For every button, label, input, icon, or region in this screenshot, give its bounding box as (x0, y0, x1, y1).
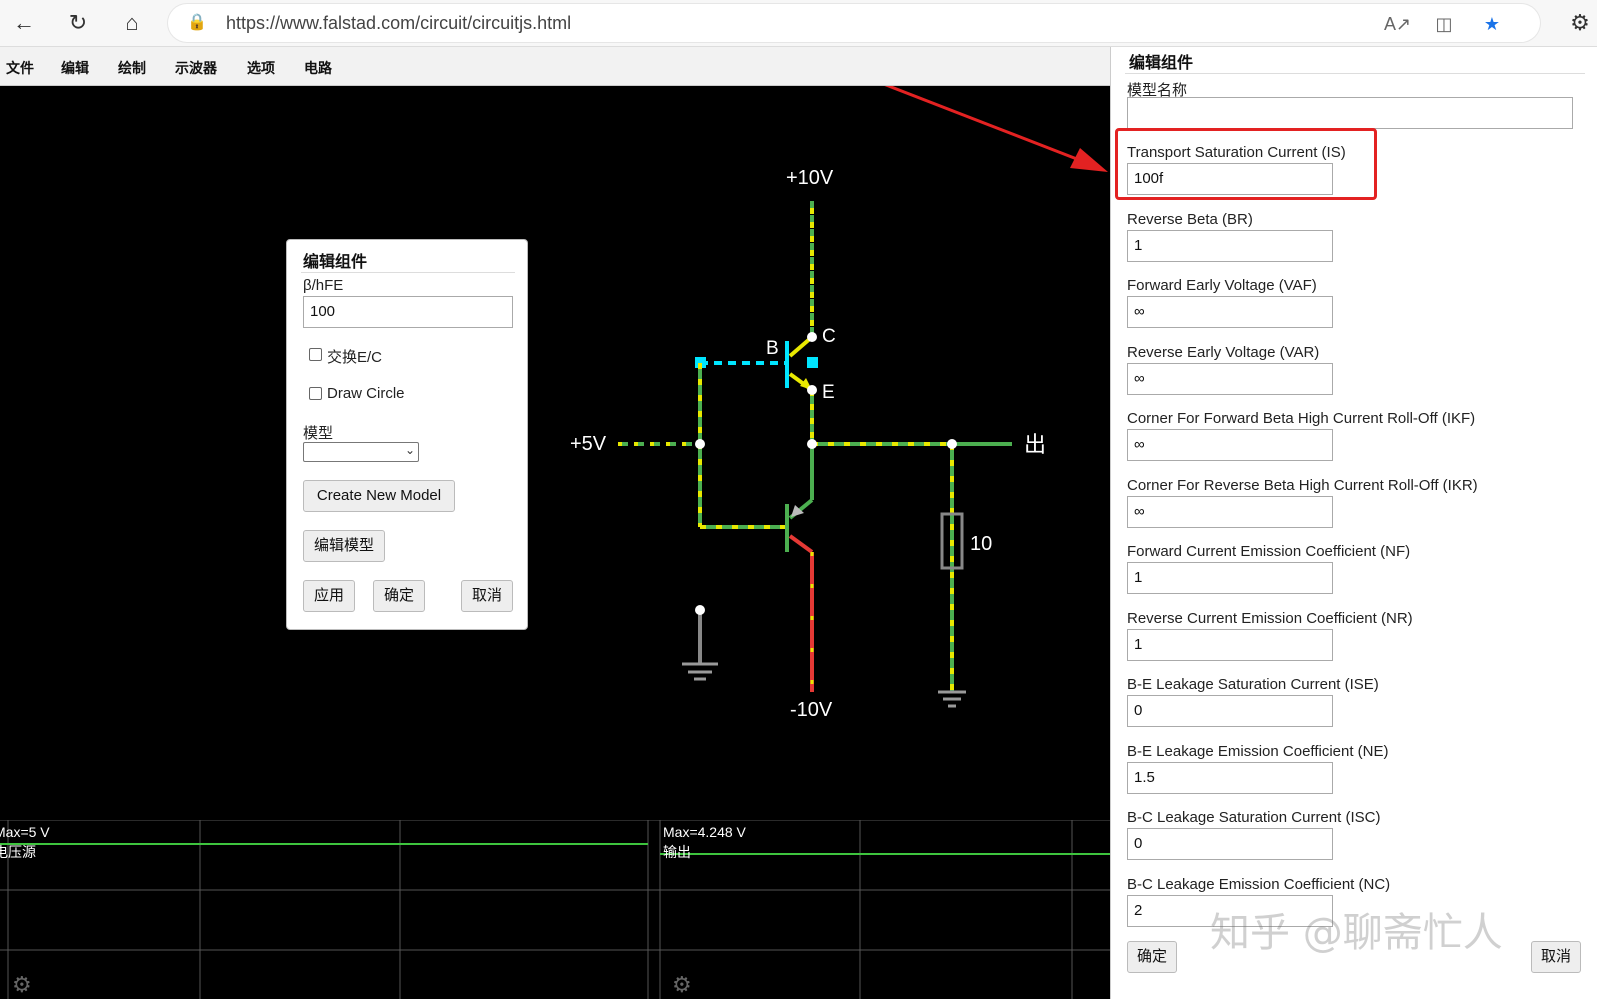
label-resistor: 10 (970, 533, 992, 555)
node-emitter-junction (807, 439, 817, 449)
param-label: Reverse Beta (BR) (1127, 210, 1253, 228)
model-editor-panel: 编辑组件 模型名称 Transport Saturation Current (… (1110, 47, 1597, 999)
refresh-icon[interactable]: ↻ (64, 9, 92, 37)
extensions-icon[interactable]: ⚙ (1566, 9, 1594, 37)
param-input[interactable]: 1.5 (1127, 761, 1333, 794)
app-menubar: 文件 编辑 绘制 示波器 选项 电路 (0, 47, 1110, 86)
draw-circle-label: Draw Circle (327, 385, 405, 402)
swap-ec-label: 交换E/C (327, 349, 383, 366)
label-vplus10: +10V (786, 167, 834, 189)
param-input[interactable]: 1 (1127, 628, 1333, 661)
param-input[interactable]: ∞ (1127, 495, 1333, 528)
model-name-input[interactable] (1127, 97, 1573, 129)
param-label: Reverse Early Voltage (VAR) (1127, 343, 1320, 361)
scope2-name: 输出 (663, 844, 691, 860)
param-label: B-C Leakage Saturation Current (ISC) (1127, 809, 1381, 826)
param-label: Corner For Reverse Beta High Current Rol… (1127, 476, 1478, 494)
node-collector (807, 332, 817, 342)
annotation-arrow-line (884, 86, 1101, 170)
scope1-gear-icon: ⚙ (12, 973, 32, 998)
label-emitter: E (822, 382, 835, 403)
panel-cancel-button[interactable]: 取消 (1531, 941, 1581, 973)
label-vminus10: -10V (790, 699, 833, 721)
menu-draw[interactable]: 绘制 (118, 58, 146, 78)
menu-scopes[interactable]: 示波器 (175, 58, 217, 78)
chevron-down-icon: ⌄ (404, 443, 415, 457)
browser-toolbar: ← ↻ ⌂ 🔒 https://www.falstad.com/circuit/… (0, 0, 1597, 47)
watermark: 知乎 @聊斋忙人 (1210, 910, 1503, 956)
dialog-divider (301, 272, 515, 273)
cancel-button[interactable]: 取消 (461, 580, 513, 612)
panel-title: 编辑组件 (1129, 55, 1194, 72)
label-base: B (766, 338, 779, 359)
param-input[interactable]: 1 (1127, 229, 1333, 262)
beta-input[interactable]: 100 (303, 296, 513, 328)
param-input[interactable]: ∞ (1127, 362, 1333, 395)
circuit-canvas[interactable]: +10V +5V -10V 出 10 B C E (0, 86, 1110, 820)
scope2-gear-icon: ⚙ (672, 973, 692, 998)
annotation-highlight-box (1115, 128, 1377, 200)
menu-options[interactable]: 选项 (247, 58, 275, 78)
create-new-model-button[interactable]: Create New Model (303, 480, 455, 512)
dialog-title: 编辑组件 (303, 254, 368, 271)
menu-edit[interactable]: 编辑 (61, 58, 89, 78)
edit-model-button[interactable]: 编辑模型 (303, 530, 385, 562)
menu-file[interactable]: 文件 (6, 58, 34, 78)
edit-component-dialog: 编辑组件 β/hFE 100 交换E/C Draw Circle 模型 ⌄ Cr… (286, 239, 528, 630)
param-input[interactable]: ∞ (1127, 429, 1333, 461)
param-label: Forward Current Emission Coefficient (NF… (1127, 543, 1411, 560)
wire-q2-collector-diag (788, 534, 814, 554)
drag-handle (807, 357, 818, 368)
back-arrow-icon[interactable]: ← (10, 9, 38, 37)
apply-button[interactable]: 应用 (303, 580, 355, 612)
swap-ec-checkbox[interactable] (309, 348, 322, 361)
param-input[interactable]: 1 (1127, 562, 1333, 594)
param-label: Forward Early Voltage (VAF) (1127, 277, 1317, 294)
scope1-max: Max=5 V (0, 824, 50, 840)
model-select[interactable]: ⌄ (303, 442, 419, 462)
scope-grid: ⚙ ⚙ (0, 820, 1110, 999)
label-output: 出 (1024, 433, 1046, 458)
draw-circle-checkbox[interactable] (309, 387, 322, 400)
param-label: Reverse Current Emission Coefficient (NR… (1127, 609, 1413, 627)
address-bar[interactable]: 🔒 https://www.falstad.com/circuit/circui… (168, 4, 1540, 42)
label-vplus5: +5V (570, 433, 607, 455)
panel-divider (1125, 73, 1585, 74)
scope2-max: Max=4.248 V (663, 824, 746, 840)
scope-area: ⚙ ⚙ Max=5 V 电压源 Max=4.248 V 输出 (0, 820, 1110, 999)
node-emitter (807, 385, 817, 395)
home-icon[interactable]: ⌂ (118, 9, 146, 37)
panel-ok-button[interactable]: 确定 (1127, 941, 1177, 973)
model-label: 模型 (303, 425, 334, 442)
param-label: B-E Leakage Saturation Current (ISE) (1127, 676, 1379, 693)
ok-button[interactable]: 确定 (373, 580, 425, 612)
scope1-name: 电压源 (0, 844, 36, 860)
lock-icon[interactable]: 🔒 (186, 12, 208, 34)
menu-circuits[interactable]: 电路 (304, 58, 332, 78)
label-collector: C (822, 326, 836, 347)
param-label: B-E Leakage Emission Coefficient (NE) (1127, 742, 1389, 760)
param-label: B-C Leakage Emission Coefficient (NC) (1127, 875, 1391, 893)
beta-label: β/hFE (303, 277, 344, 294)
param-label: Corner For Forward Beta High Current Rol… (1127, 410, 1476, 427)
annotation-arrow-head (1070, 148, 1108, 172)
ground-left-terminal (695, 605, 705, 615)
param-input[interactable]: 0 (1127, 695, 1333, 727)
param-input[interactable]: ∞ (1127, 296, 1333, 328)
circuit-drawing[interactable]: +10V +5V -10V 出 10 B C E (0, 86, 1110, 820)
read-aloud-icon[interactable]: A↗ (1384, 12, 1411, 36)
split-screen-icon[interactable]: ◫ (1432, 12, 1456, 36)
node-input-junction (695, 439, 705, 449)
node-output-junction (947, 439, 957, 449)
url-text[interactable]: https://www.falstad.com/circuit/circuitj… (226, 13, 571, 34)
favorite-star-icon[interactable]: ★ (1480, 12, 1504, 36)
param-input[interactable]: 0 (1127, 828, 1333, 860)
